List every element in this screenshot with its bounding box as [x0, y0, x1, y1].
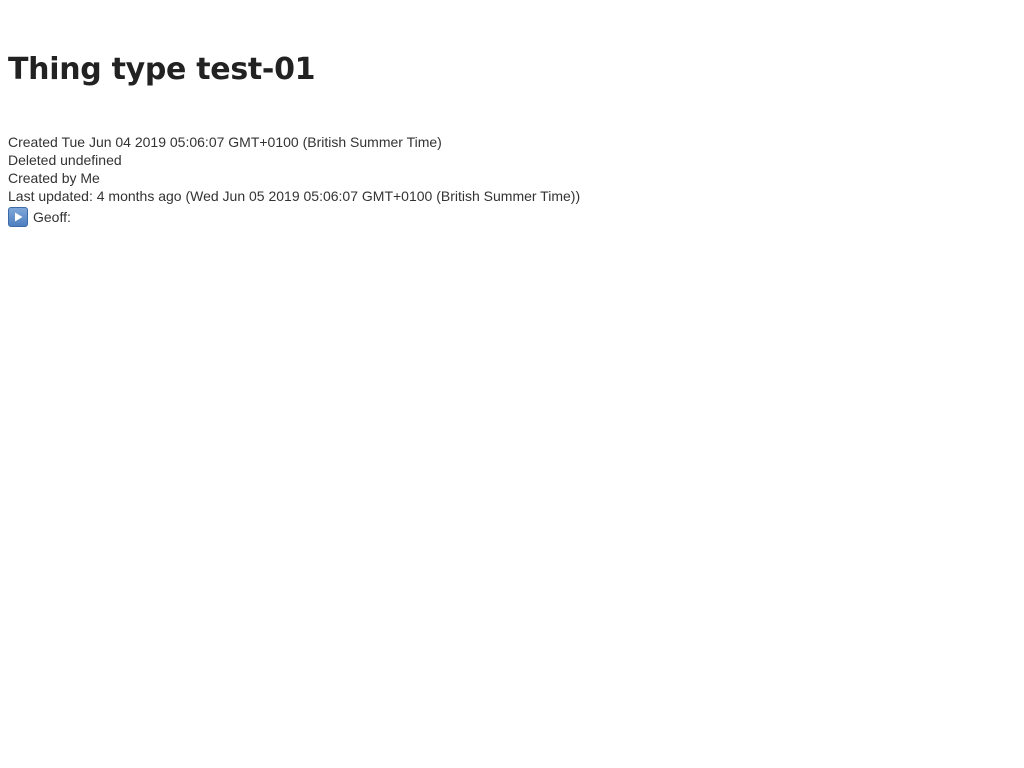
play-icon[interactable]: [8, 207, 28, 227]
deleted-status: Deleted undefined: [8, 152, 122, 168]
geoff-expander-row: Geoff:: [8, 205, 580, 229]
created-by: Created by Me: [8, 170, 100, 186]
page-title: Thing type test-01: [8, 52, 316, 87]
created-date: Created Tue Jun 04 2019 05:06:07 GMT+010…: [8, 134, 442, 150]
last-updated: Last updated: 4 months ago (Wed Jun 05 2…: [8, 188, 581, 204]
metadata-block: Created Tue Jun 04 2019 05:06:07 GMT+010…: [8, 133, 580, 229]
page: Thing type test-01 Created Tue Jun 04 20…: [0, 0, 1024, 768]
play-triangle-icon: [15, 212, 23, 222]
expander-label: Geoff:: [33, 209, 71, 225]
